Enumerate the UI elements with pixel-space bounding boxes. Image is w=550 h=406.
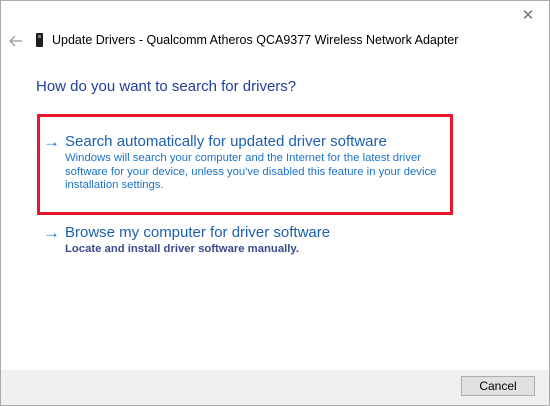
option-description: Windows will search your computer and th… [65,152,437,191]
update-drivers-window: ✕ Update Drivers - Qualcomm Atheros QCA9… [0,0,550,406]
arrow-right-icon: → [43,223,60,242]
option-title[interactable]: Search automatically for updated driver … [65,132,455,152]
window-title: Update Drivers - Qualcomm Atheros QCA937… [52,33,459,47]
dialog-footer: Cancel [1,370,549,405]
search-automatically-option[interactable]: → Search automatically for updated drive… [43,132,455,193]
back-arrow-icon [9,35,22,47]
cancel-button[interactable]: Cancel [461,376,535,396]
network-adapter-icon [35,33,44,47]
option-title[interactable]: Browse my computer for driver software [65,223,455,243]
close-button[interactable]: ✕ [517,5,539,25]
back-button[interactable] [7,32,25,50]
arrow-right-icon: → [43,132,60,151]
option-description: Locate and install driver software manua… [65,243,299,255]
browse-computer-option[interactable]: → Browse my computer for driver software… [43,223,455,257]
window-title-row: Update Drivers - Qualcomm Atheros QCA937… [35,33,458,47]
close-icon: ✕ [521,7,535,24]
page-heading: How do you want to search for drivers? [36,78,297,95]
